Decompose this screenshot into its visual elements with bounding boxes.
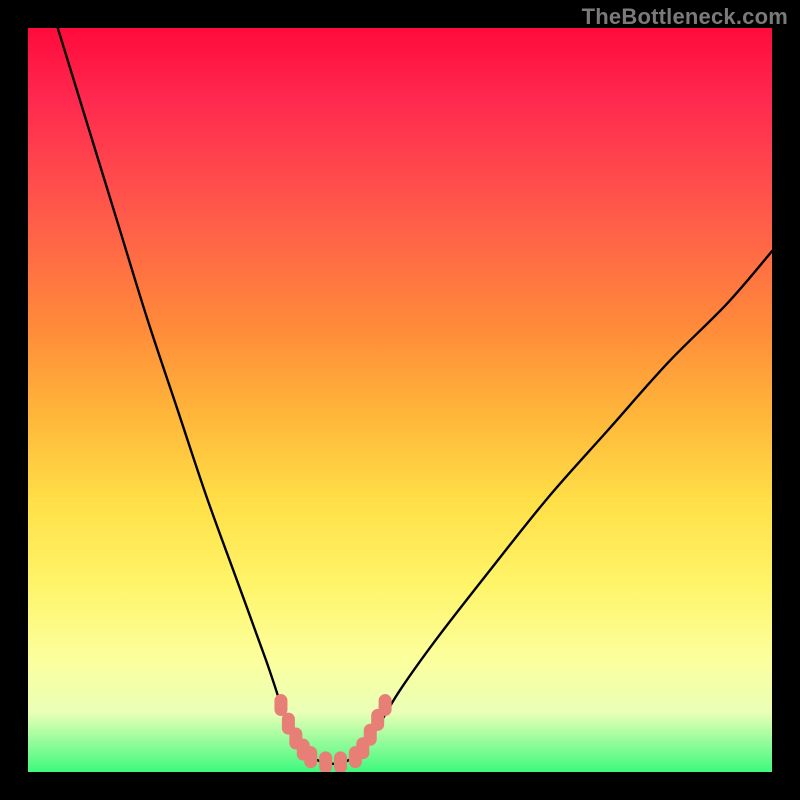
curve-valley: [311, 757, 356, 764]
curve-right-branch: [355, 251, 772, 757]
chart-frame: TheBottleneck.com: [0, 0, 800, 800]
curve-left-branch: [58, 28, 311, 757]
data-marker: [319, 751, 332, 772]
marker-group: [274, 694, 391, 772]
watermark-text: TheBottleneck.com: [582, 4, 788, 30]
data-marker: [334, 751, 347, 772]
chart-svg: [28, 28, 772, 772]
data-marker: [304, 746, 317, 768]
data-marker: [379, 694, 392, 716]
data-marker: [274, 694, 287, 716]
